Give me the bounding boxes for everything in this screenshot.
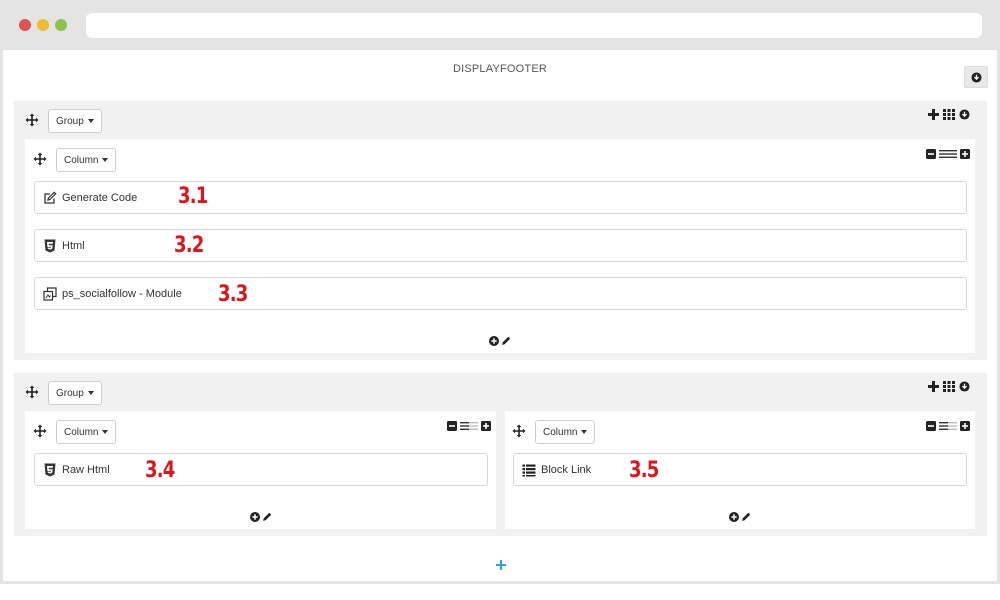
caret-down-icon bbox=[87, 119, 94, 123]
html5-icon bbox=[44, 239, 56, 252]
plus-icon[interactable] bbox=[928, 381, 939, 392]
grid-icon[interactable] bbox=[943, 109, 955, 120]
annotation-number: 3.2 bbox=[174, 233, 204, 258]
annotation-number: 3.3 bbox=[218, 282, 248, 307]
caret-down-icon bbox=[102, 158, 109, 162]
column-add-edit bbox=[729, 512, 751, 522]
group-dropdown[interactable]: Group bbox=[48, 381, 102, 405]
plus-square-icon[interactable] bbox=[960, 149, 970, 159]
copy-icon bbox=[43, 286, 57, 301]
group-dropdown-label: Group bbox=[56, 387, 84, 399]
move-icon[interactable] bbox=[33, 424, 47, 438]
hook-options-button[interactable] bbox=[964, 66, 988, 88]
module-ps-socialfollow[interactable]: ps_socialfollow - Module bbox=[34, 277, 967, 310]
address-bar[interactable] bbox=[86, 13, 982, 38]
group-dropdown[interactable]: Group bbox=[48, 109, 102, 133]
minus-square-icon[interactable] bbox=[926, 149, 936, 159]
caret-down-icon bbox=[102, 430, 109, 434]
column-add-edit bbox=[489, 336, 511, 346]
annotation-number: 3.1 bbox=[178, 184, 208, 209]
minus-square-icon[interactable] bbox=[926, 421, 936, 431]
module-block-link[interactable]: Block Link bbox=[513, 453, 967, 486]
pencil-icon[interactable] bbox=[501, 336, 511, 346]
column-dropdown-label: Column bbox=[64, 154, 99, 166]
module-label: Block Link bbox=[541, 463, 592, 476]
circle-arrow-down-icon bbox=[970, 71, 982, 83]
minus-square-icon[interactable] bbox=[447, 421, 457, 431]
html5-icon bbox=[44, 463, 56, 476]
maximize-window-dot[interactable] bbox=[55, 19, 67, 31]
list-icon bbox=[522, 464, 536, 476]
column-dropdown[interactable]: Column bbox=[56, 420, 117, 444]
plus-circle-icon[interactable] bbox=[489, 336, 499, 346]
column-width-tools bbox=[926, 149, 970, 159]
module-raw-html[interactable]: Raw Html bbox=[34, 453, 488, 486]
module-label: Html bbox=[62, 239, 85, 252]
column-width-bar-icon bbox=[939, 422, 957, 430]
circle-arrow-down-icon[interactable] bbox=[959, 109, 970, 120]
grid-icon[interactable] bbox=[943, 381, 955, 392]
annotation-number: 3.5 bbox=[629, 458, 659, 483]
plus-square-icon[interactable] bbox=[960, 421, 970, 431]
plus-square-icon[interactable] bbox=[481, 421, 491, 431]
pencil-icon[interactable] bbox=[741, 512, 751, 522]
column-dropdown-label: Column bbox=[64, 426, 99, 438]
edit-icon bbox=[44, 190, 57, 204]
column-width-bar-icon bbox=[460, 422, 478, 430]
plus-circle-icon[interactable] bbox=[250, 512, 260, 522]
browser-chrome bbox=[0, 0, 1000, 50]
hook-title: DISPLAYFOOTER bbox=[452, 63, 548, 75]
plus-icon[interactable] bbox=[928, 109, 939, 120]
move-icon[interactable] bbox=[512, 424, 526, 438]
column-width-bar-icon bbox=[939, 150, 957, 158]
plus-circle-icon[interactable] bbox=[729, 512, 739, 522]
plus-icon bbox=[496, 560, 506, 570]
module-generate-code[interactable]: Generate Code bbox=[34, 181, 967, 214]
minimize-window-dot[interactable] bbox=[37, 19, 49, 31]
column-width-tools bbox=[447, 421, 491, 431]
group-dropdown-label: Group bbox=[56, 115, 84, 127]
close-window-dot[interactable] bbox=[19, 19, 31, 31]
caret-down-icon bbox=[581, 430, 588, 434]
move-icon[interactable] bbox=[25, 385, 39, 399]
move-icon[interactable] bbox=[25, 113, 39, 127]
pencil-icon[interactable] bbox=[262, 512, 272, 522]
move-icon[interactable] bbox=[33, 152, 47, 166]
column-dropdown[interactable]: Column bbox=[56, 148, 117, 172]
circle-arrow-down-icon[interactable] bbox=[959, 381, 970, 392]
column-width-tools bbox=[926, 421, 970, 431]
column-dropdown-label: Column bbox=[543, 426, 578, 438]
group-tools bbox=[928, 109, 970, 120]
module-label: Generate Code bbox=[62, 191, 138, 204]
caret-down-icon bbox=[87, 391, 94, 395]
column-dropdown[interactable]: Column bbox=[535, 420, 596, 444]
module-label: ps_socialfollow - Module bbox=[62, 287, 182, 300]
annotation-number: 3.4 bbox=[145, 458, 175, 483]
add-group-button[interactable] bbox=[495, 559, 507, 573]
group-tools bbox=[928, 381, 970, 392]
module-label: Raw Html bbox=[62, 463, 110, 476]
column-add-edit bbox=[250, 512, 272, 522]
